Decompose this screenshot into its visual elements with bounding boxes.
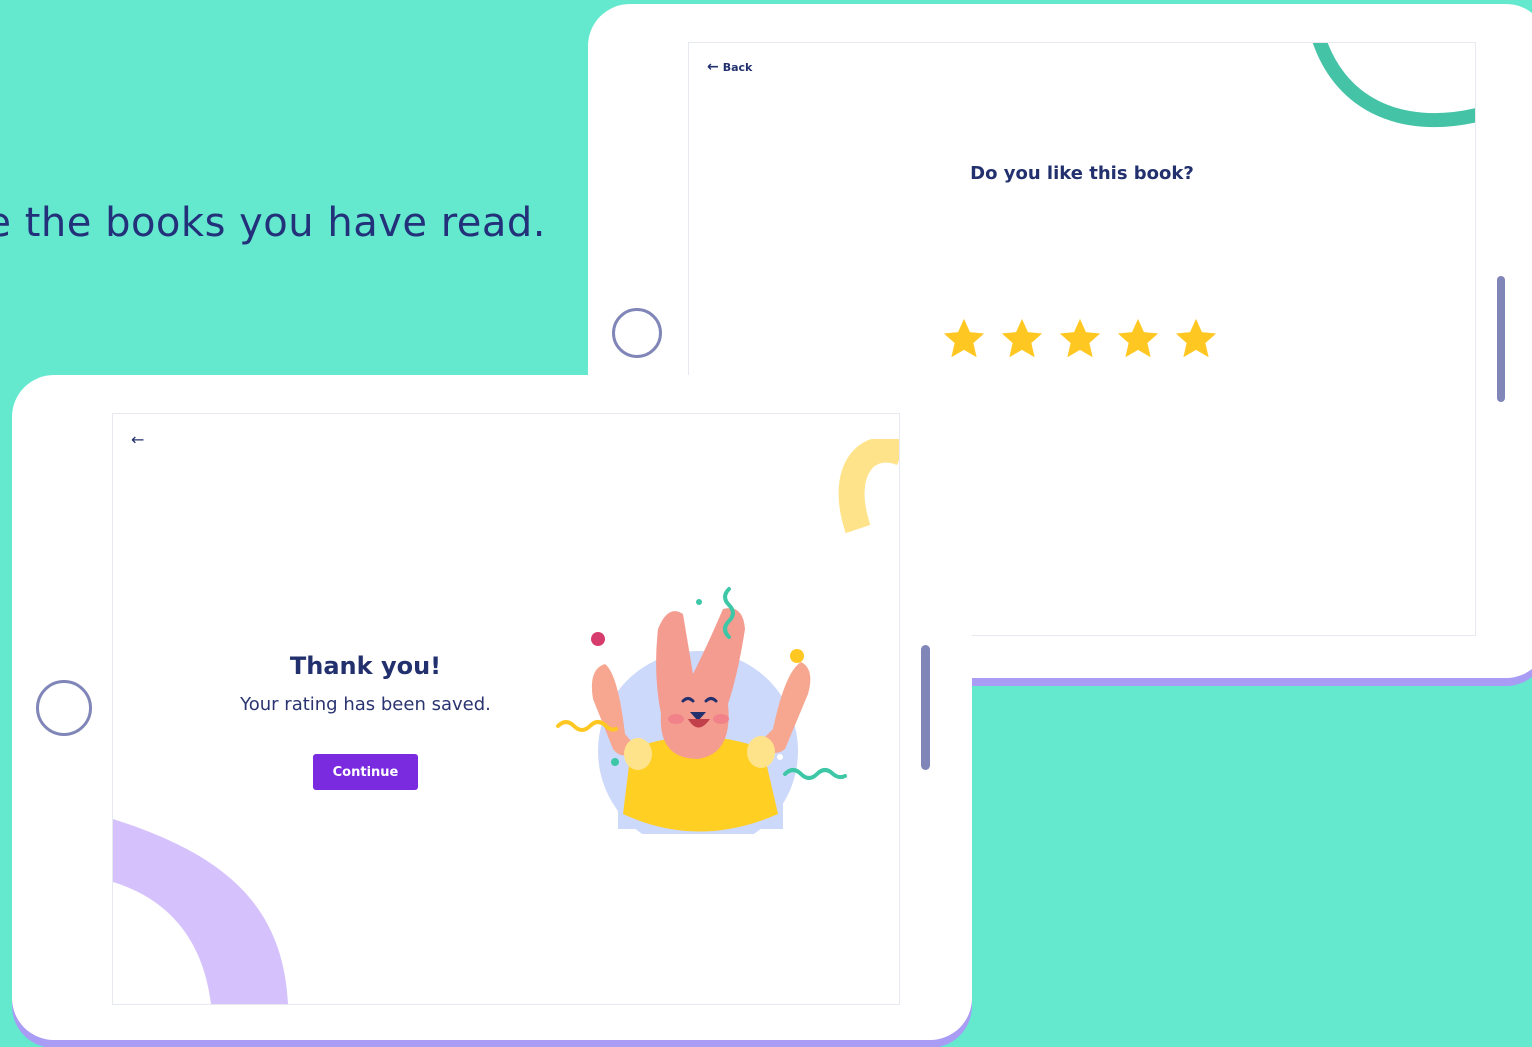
rating-question: Do you like this book? xyxy=(970,163,1194,184)
headline-text: te the books you have read. xyxy=(0,200,546,246)
continue-button[interactable]: Continue xyxy=(313,754,418,790)
confirmation-message: Thank you! Your rating has been saved. xyxy=(213,652,518,715)
tablet-home-button[interactable] xyxy=(612,308,662,358)
purple-arc-decoration xyxy=(113,819,288,1004)
tablet-confirmation: ← Thank you! Your rating has been saved.… xyxy=(12,375,972,1040)
back-label: Back xyxy=(722,60,753,74)
arrow-left-icon: ← xyxy=(707,59,719,75)
thank-you-title: Thank you! xyxy=(289,652,442,680)
star-icon[interactable] xyxy=(941,316,987,362)
star-icon[interactable] xyxy=(1057,316,1103,362)
star-rating[interactable] xyxy=(941,316,1219,362)
tablet-home-button[interactable] xyxy=(36,680,92,736)
promo-headline: te the books you have read. xyxy=(0,195,560,251)
bunny-celebration-illustration xyxy=(556,587,847,834)
star-icon[interactable] xyxy=(1173,316,1219,362)
yellow-arc-decoration xyxy=(838,439,899,534)
saved-subtitle: Your rating has been saved. xyxy=(240,694,491,715)
star-icon[interactable] xyxy=(1115,316,1161,362)
tablet-side-button[interactable] xyxy=(1497,276,1505,402)
teal-arc-decoration xyxy=(1312,43,1475,128)
tablet-side-button[interactable] xyxy=(921,645,930,770)
confirmation-screen: ← Thank you! Your rating has been saved.… xyxy=(112,413,900,1005)
arrow-left-icon[interactable]: ← xyxy=(131,430,144,449)
star-icon[interactable] xyxy=(999,316,1045,362)
back-link[interactable]: ← Back xyxy=(707,60,752,74)
